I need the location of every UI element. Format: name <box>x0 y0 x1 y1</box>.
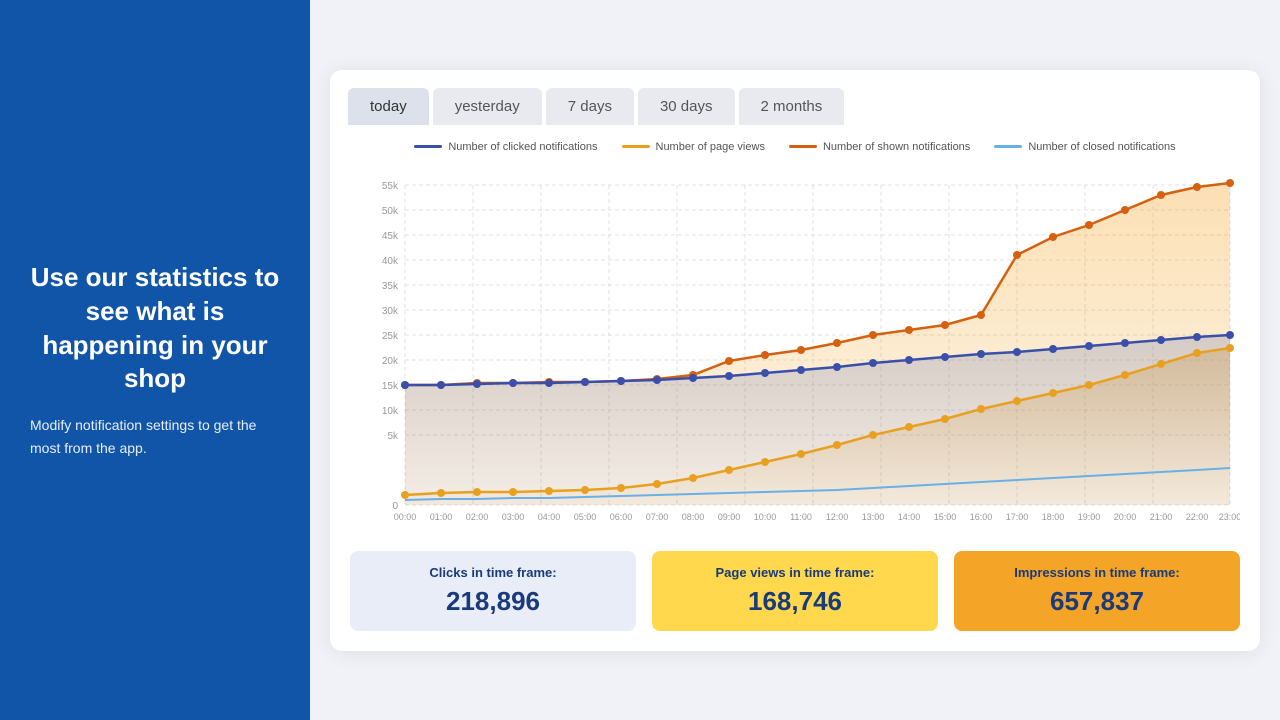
svg-text:21:00: 21:00 <box>1150 512 1173 522</box>
svg-text:10k: 10k <box>382 406 399 417</box>
svg-text:14:00: 14:00 <box>898 512 921 522</box>
legend-label: Number of closed notifications <box>1028 141 1175 153</box>
svg-text:03:00: 03:00 <box>502 512 525 522</box>
tab-30-days[interactable]: 30 days <box>638 88 735 125</box>
chart-svg: 55k 50k 45k 40k 35k 30k 25k 20k 15k 10k … <box>350 165 1240 525</box>
legend-line-color <box>414 145 442 148</box>
tabs-container: todayyesterday7 days30 days2 months <box>330 70 1260 125</box>
svg-text:04:00: 04:00 <box>538 512 561 522</box>
svg-text:55k: 55k <box>382 181 399 192</box>
svg-text:09:00: 09:00 <box>718 512 741 522</box>
svg-text:50k: 50k <box>382 206 399 217</box>
svg-text:12:00: 12:00 <box>826 512 849 522</box>
stat-card: Page views in time frame: 168,746 <box>652 551 938 631</box>
svg-text:11:00: 11:00 <box>790 512 812 522</box>
right-panel: todayyesterday7 days30 days2 months Numb… <box>310 0 1280 720</box>
svg-text:22:00: 22:00 <box>1186 512 1209 522</box>
tab-7-days[interactable]: 7 days <box>546 88 634 125</box>
svg-text:15k: 15k <box>382 381 399 392</box>
legend-item: Number of page views <box>622 141 765 153</box>
left-panel: Use our statistics to see what is happen… <box>0 0 310 720</box>
svg-text:5k: 5k <box>387 431 399 442</box>
svg-text:02:00: 02:00 <box>466 512 489 522</box>
svg-text:40k: 40k <box>382 256 399 267</box>
stat-label: Clicks in time frame: <box>366 565 620 580</box>
svg-text:20:00: 20:00 <box>1114 512 1137 522</box>
legend-line-color <box>622 145 650 148</box>
chart-container: 55k 50k 45k 40k 35k 30k 25k 20k 15k 10k … <box>350 165 1240 525</box>
svg-text:00:00: 00:00 <box>394 512 417 522</box>
legend-line-color <box>789 145 817 148</box>
tab-yesterday[interactable]: yesterday <box>433 88 542 125</box>
legend-line-color <box>994 145 1022 148</box>
svg-text:23:00: 23:00 <box>1219 512 1240 522</box>
legend-label: Number of page views <box>656 141 765 153</box>
subtext: Modify notification settings to get the … <box>30 414 280 459</box>
svg-text:08:00: 08:00 <box>682 512 705 522</box>
svg-text:07:00: 07:00 <box>646 512 669 522</box>
svg-text:01:00: 01:00 <box>430 512 453 522</box>
chart-area: Number of clicked notifications Number of… <box>330 125 1260 535</box>
svg-text:35k: 35k <box>382 281 399 292</box>
tab-today[interactable]: today <box>348 88 429 125</box>
svg-text:20k: 20k <box>382 356 399 367</box>
svg-text:30k: 30k <box>382 306 399 317</box>
stat-card: Impressions in time frame: 657,837 <box>954 551 1240 631</box>
svg-text:18:00: 18:00 <box>1042 512 1065 522</box>
tab-2-months[interactable]: 2 months <box>739 88 845 125</box>
svg-text:25k: 25k <box>382 331 399 342</box>
svg-text:15:00: 15:00 <box>934 512 957 522</box>
stats-row: Clicks in time frame: 218,896 Page views… <box>350 551 1240 631</box>
svg-text:19:00: 19:00 <box>1078 512 1101 522</box>
stats-card: todayyesterday7 days30 days2 months Numb… <box>330 70 1260 651</box>
svg-text:0: 0 <box>392 501 398 512</box>
svg-text:06:00: 06:00 <box>610 512 633 522</box>
svg-text:17:00: 17:00 <box>1006 512 1029 522</box>
svg-text:16:00: 16:00 <box>970 512 993 522</box>
stat-card: Clicks in time frame: 218,896 <box>350 551 636 631</box>
legend: Number of clicked notifications Number of… <box>350 141 1240 153</box>
legend-item: Number of shown notifications <box>789 141 970 153</box>
legend-label: Number of shown notifications <box>823 141 970 153</box>
stat-label: Impressions in time frame: <box>970 565 1224 580</box>
svg-text:05:00: 05:00 <box>574 512 597 522</box>
svg-text:13:00: 13:00 <box>862 512 885 522</box>
legend-item: Number of clicked notifications <box>414 141 597 153</box>
svg-text:10:00: 10:00 <box>754 512 777 522</box>
legend-item: Number of closed notifications <box>994 141 1175 153</box>
stat-label: Page views in time frame: <box>668 565 922 580</box>
stat-value: 168,746 <box>668 586 922 617</box>
legend-label: Number of clicked notifications <box>448 141 597 153</box>
svg-text:45k: 45k <box>382 231 399 242</box>
headline: Use our statistics to see what is happen… <box>30 261 280 396</box>
stat-value: 657,837 <box>970 586 1224 617</box>
stat-value: 218,896 <box>366 586 620 617</box>
